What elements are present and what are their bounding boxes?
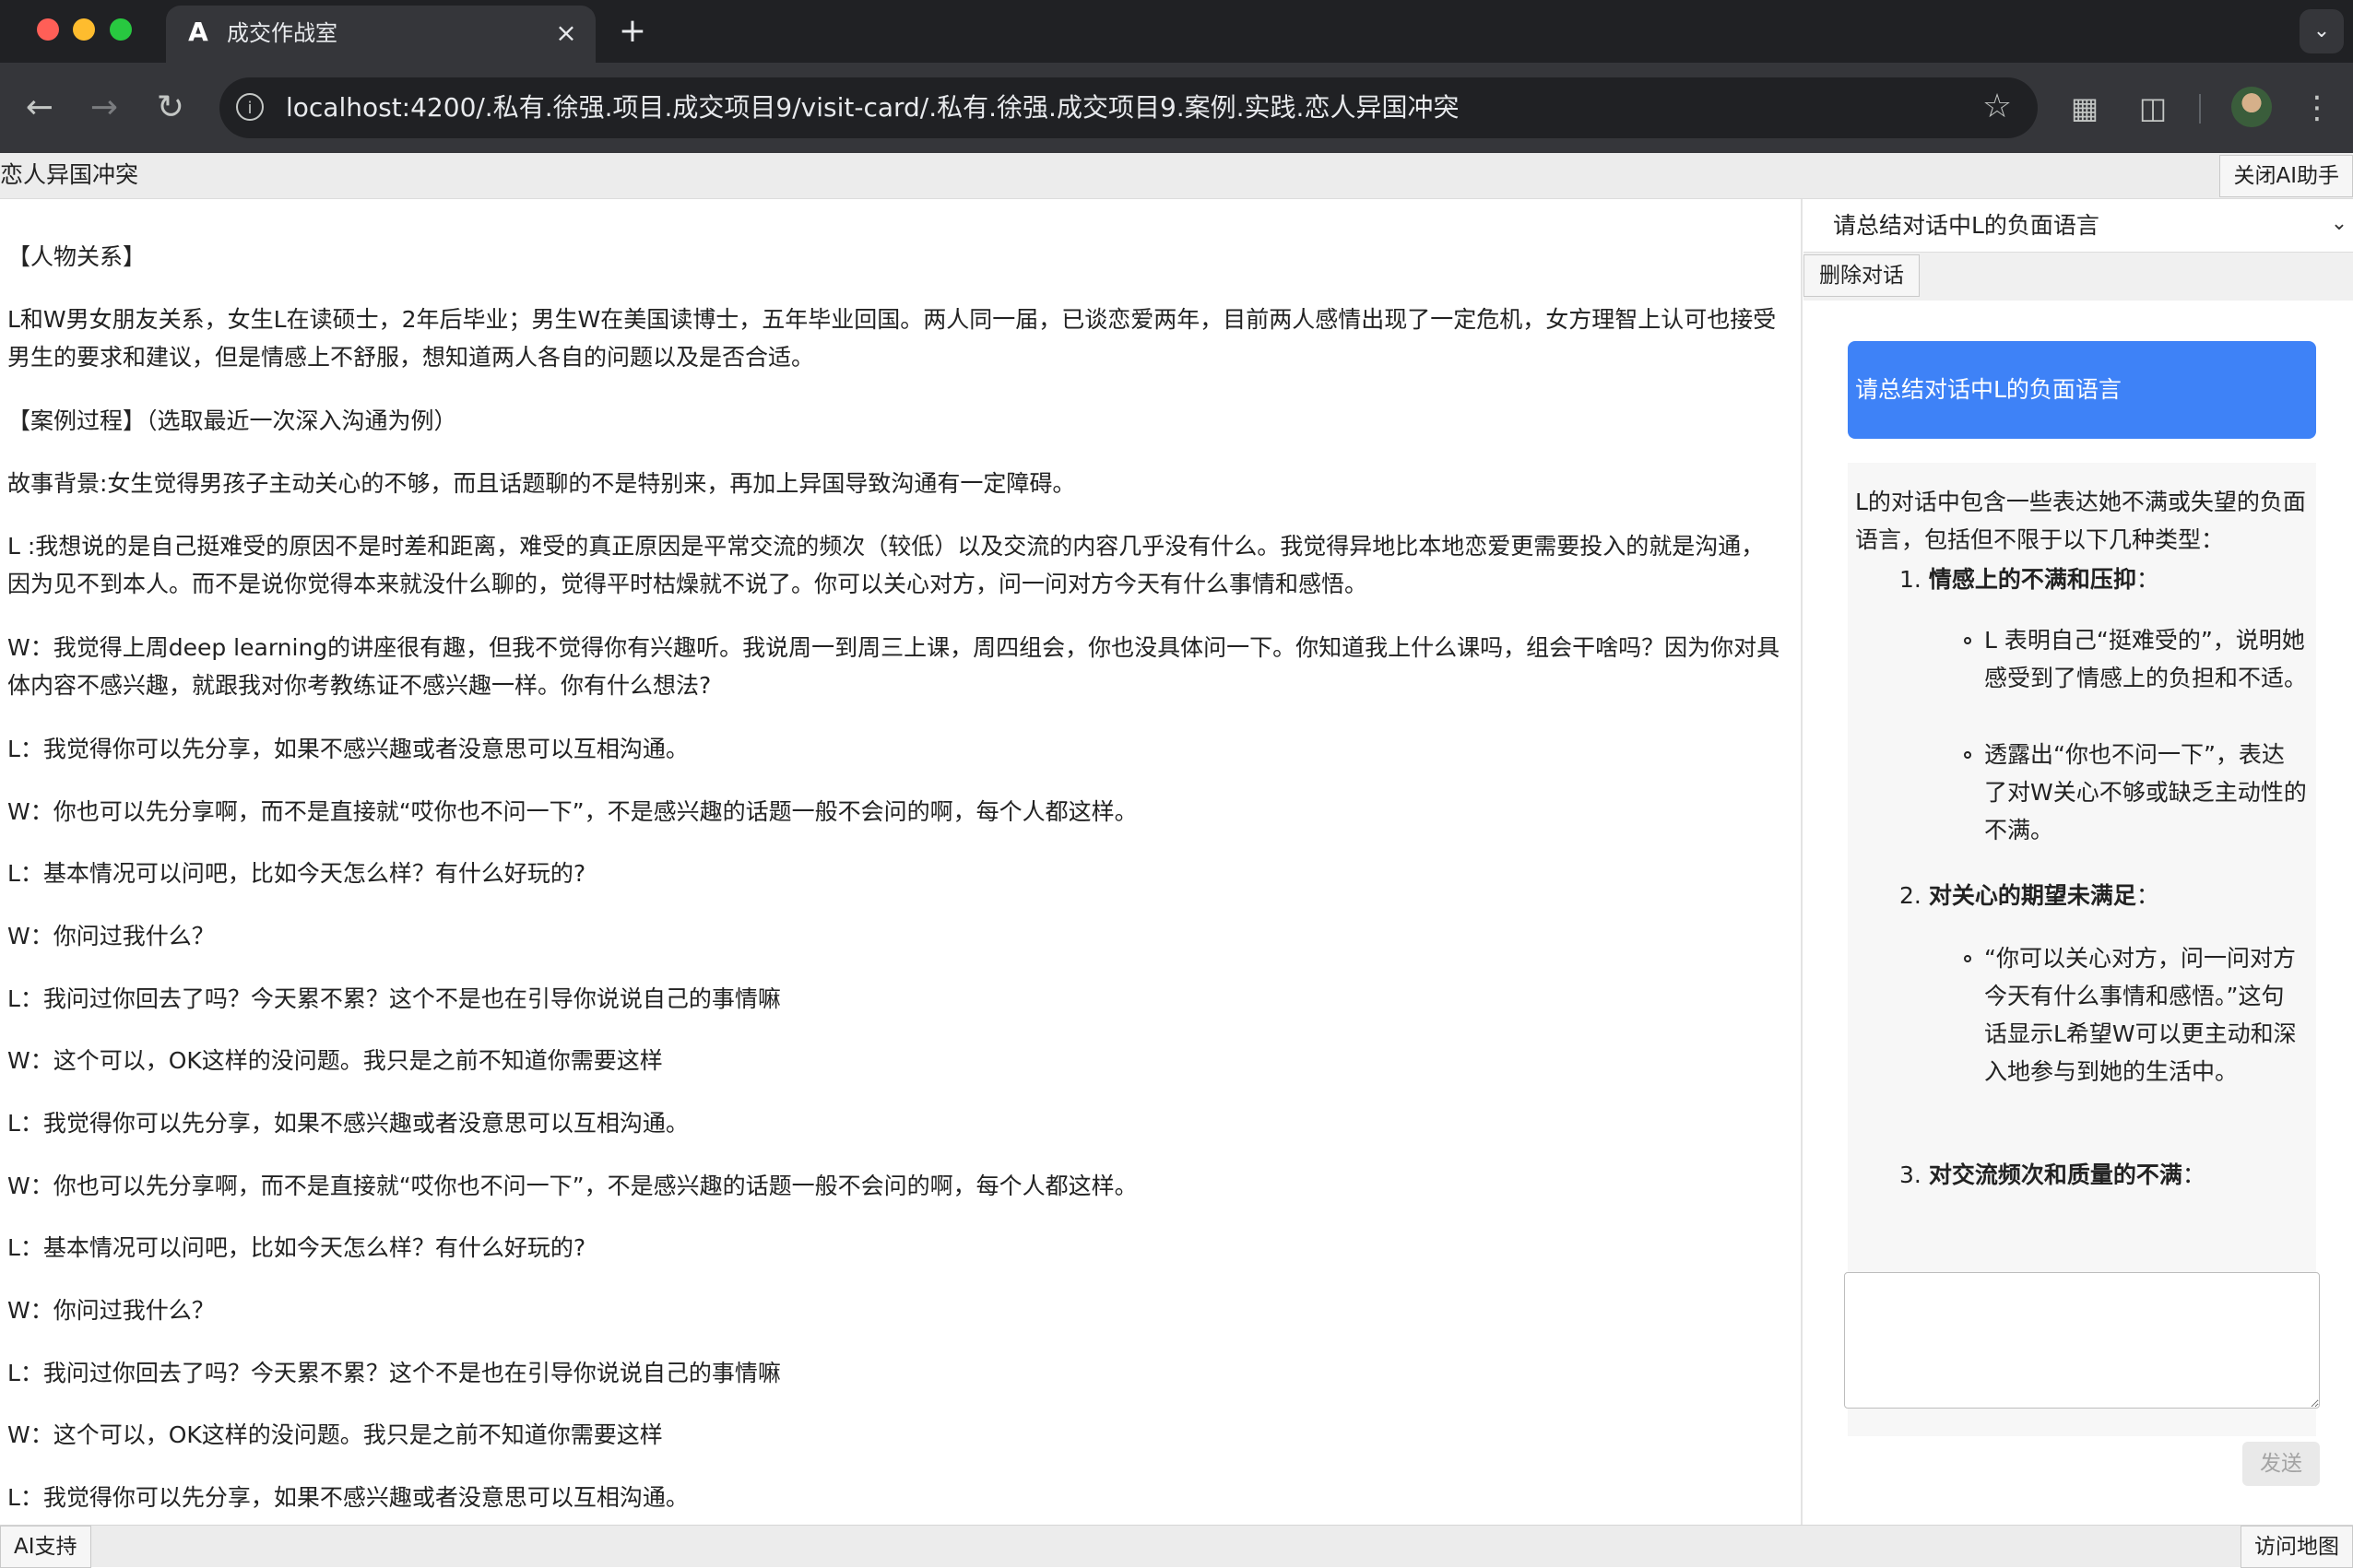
close-ai-assistant-button[interactable]: 关闭AI助手 <box>2219 155 2353 197</box>
heading-text: 对关心的期望未满足 <box>1928 882 2136 909</box>
case-paragraph: L：我觉得你可以先分享，如果不感兴趣或者没意思可以互相沟通。 <box>7 736 689 762</box>
url-text[interactable]: localhost:4200/.私有.徐强.项目.成交项目9/visit-car… <box>286 92 1459 124</box>
back-icon[interactable]: ← <box>17 85 63 131</box>
case-paragraph: W：我觉得上周deep learning的讲座很有趣，但我不觉得你有兴趣听。我说… <box>7 634 1780 699</box>
case-paragraph: W：你也可以先分享啊，而不是直接就“哎你也不问一下”，不是感兴趣的话题一般不会问… <box>7 798 1138 825</box>
case-paragraph: 【人物关系】 <box>7 243 147 270</box>
close-window-button[interactable] <box>37 18 59 41</box>
site-info-icon[interactable]: i <box>236 93 264 121</box>
list-number: 2. <box>1899 882 1921 909</box>
list-number: 3. <box>1899 1161 1921 1188</box>
maximize-window-button[interactable] <box>110 18 132 41</box>
extensions-icon[interactable]: ◫ <box>2132 87 2174 129</box>
tab-search-chevron-icon[interactable]: ⌄ <box>2300 9 2344 53</box>
ai-reply-heading: 3. 对交流频次和质量的不满： <box>1899 1156 2205 1194</box>
user-message-bubble: 请总结对话中L的负面语言 <box>1848 341 2316 439</box>
case-paragraph: L和W男女朋友关系，女生L在读硕士，2年后毕业；男生W在美国读博士，五年毕业回国… <box>7 306 1777 371</box>
profile-avatar[interactable] <box>2231 87 2272 127</box>
case-paragraph: W：你也可以先分享啊，而不是直接就“哎你也不问一下”，不是感兴趣的话题一般不会问… <box>7 1173 1138 1199</box>
new-tab-button[interactable]: + <box>614 13 651 50</box>
bookmark-star-icon[interactable]: ☆ <box>1979 88 2016 125</box>
heading-text: 对交流频次和质量的不满 <box>1928 1161 2182 1188</box>
heading-colon: ： <box>2135 882 2159 909</box>
tab-close-icon[interactable]: × <box>551 18 581 48</box>
reload-icon[interactable]: ↻ <box>148 85 194 131</box>
case-paragraph: W：你问过我什么？ <box>7 923 215 949</box>
ai-reply-heading: 2. 对关心的期望未满足： <box>1899 877 2159 914</box>
message-input[interactable] <box>1844 1272 2320 1409</box>
ai-reply-bullet: 透露出“你也不问一下”，表达了对W关心不够或缺乏主动性的不满。 <box>1964 736 2307 849</box>
case-paragraph: L：我问过你回去了吗？今天累不累？这个不是也在引导你说说自己的事情嘛 <box>7 985 781 1012</box>
user-message-text: 请总结对话中L的负面语言 <box>1855 376 2122 403</box>
case-paragraph: W：这个可以，OK这样的没问题。我只是之前不知道你需要这样 <box>7 1421 663 1448</box>
ai-assistant-panel: 请总结对话中L的负面语言 ⌄ 删除对话 请总结对话中L的负面语言 L的对话中包含… <box>1803 199 2353 1525</box>
prompt-select[interactable]: 请总结对话中L的负面语言 ⌄ <box>1803 199 2353 253</box>
prompt-select-value: 请总结对话中L的负面语言 <box>1833 212 2099 239</box>
case-paragraph: W：你问过我什么？ <box>7 1297 215 1324</box>
visit-map-button[interactable]: 访问地图 <box>2241 1526 2353 1568</box>
ai-support-button[interactable]: AI支持 <box>0 1526 91 1568</box>
case-paragraph: L：基本情况可以问吧，比如今天怎么样？有什么好玩的? <box>7 1234 586 1261</box>
browser-tab-bar: A 成交作战室 × + ⌄ <box>0 0 2353 63</box>
address-bar[interactable]: i localhost:4200/.私有.徐强.项目.成交项目9/visit-c… <box>219 77 2038 138</box>
heading-colon: ： <box>2182 1161 2205 1188</box>
qr-code-icon[interactable]: ▦ <box>2063 87 2106 129</box>
list-number: 1. <box>1899 566 1921 593</box>
case-paragraph: L：我觉得你可以先分享，如果不感兴趣或者没意思可以互相沟通。 <box>7 1110 689 1137</box>
bottom-bar: AI支持 访问地图 <box>0 1525 2353 1568</box>
ai-reply-bullet: L 表明自己“挺难受的”，说明她感受到了情感上的负担和不适。 <box>1964 621 2307 697</box>
browser-tab-active[interactable]: A 成交作战室 × <box>166 6 596 63</box>
case-paragraph: L :我想说的是自己挺难受的原因不是时差和距离，难受的真正原因是平常交流的频次（… <box>7 533 1765 597</box>
forward-icon[interactable]: → <box>81 85 127 131</box>
heading-text: 情感上的不满和压抑 <box>1928 566 2136 593</box>
tab-title: 成交作战室 <box>227 20 337 46</box>
heading-colon: ： <box>2135 566 2159 593</box>
ai-reply-heading: 1. 情感上的不满和压抑： <box>1899 560 2159 598</box>
ai-reply-bullet: “你可以关心对方，问一问对方今天有什么事情和感悟。”这句话显示L希望W可以更主动… <box>1964 939 2307 1091</box>
case-paragraph: 【案例过程】（选取最近一次深入沟通为例） <box>7 407 457 434</box>
case-paragraph: 故事背景:女生觉得男孩子主动关心的不够，而且话题聊的不是特别来，再加上异国导致沟… <box>7 470 1076 497</box>
case-paragraph: L：我问过你回去了吗？今天累不累？这个不是也在引导你说说自己的事情嘛 <box>7 1360 781 1386</box>
delete-conversation-button[interactable]: 删除对话 <box>1803 254 1920 297</box>
send-button[interactable]: 发送 <box>2242 1442 2320 1486</box>
toolbar-divider <box>2199 94 2201 124</box>
page-title: 恋人异国冲突 <box>0 161 139 188</box>
chevron-down-icon[interactable]: ⌄ <box>2325 208 2353 240</box>
ai-reply-intro: L的对话中包含一些表达她不满或失望的负面语言，包括但不限于以下几种类型： <box>1855 489 2306 553</box>
case-paragraph: L：基本情况可以问吧，比如今天怎么样？有什么好玩的? <box>7 860 586 887</box>
case-paragraph: W：这个可以，OK这样的没问题。我只是之前不知道你需要这样 <box>7 1047 663 1074</box>
case-content: 【人物关系】 L和W男女朋友关系，女生L在读硕士，2年后毕业；男生W在美国读博士… <box>0 199 1803 1525</box>
menu-icon[interactable]: ⋮ <box>2296 87 2338 129</box>
browser-toolbar: ← → ↻ i localhost:4200/.私有.徐强.项目.成交项目9/v… <box>0 63 2353 153</box>
angular-logo-icon: A <box>188 17 208 47</box>
ai-toolbar: 删除对话 <box>1803 253 2353 301</box>
case-paragraph: L：我觉得你可以先分享，如果不感兴趣或者没意思可以互相沟通。 <box>7 1484 689 1511</box>
app-header: 恋人异国冲突 关闭AI助手 <box>0 153 2353 199</box>
minimize-window-button[interactable] <box>73 18 95 41</box>
